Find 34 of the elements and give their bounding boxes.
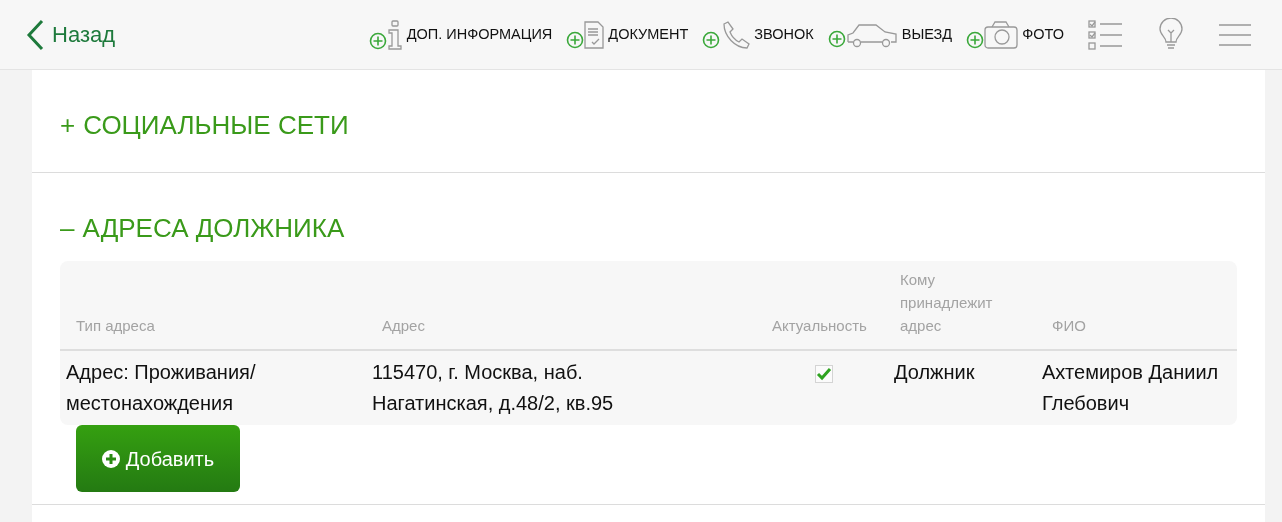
chevron-left-icon <box>26 18 44 51</box>
section-header[interactable]: + СОЦИАЛЬНЫЕ СЕТИ <box>60 112 349 138</box>
toolbar-button[interactable]: ЗВОНОК <box>702 20 814 49</box>
document-icon <box>584 20 605 49</box>
add-button[interactable]: Добавить <box>76 425 240 492</box>
plus-circle-icon <box>566 30 585 49</box>
back-button[interactable]: Назад <box>26 18 116 51</box>
column-header: Кому принадлежит адрес <box>899 270 994 336</box>
plus-circle-icon <box>827 29 846 48</box>
column-header: Тип адреса <box>75 316 156 336</box>
checkbox[interactable] <box>815 365 833 383</box>
table-cell-text: Адрес: Проживания/ местонахождения <box>65 360 257 416</box>
car-icon <box>845 21 898 48</box>
camera-icon <box>984 20 1019 49</box>
plus-circle-icon <box>702 30 721 49</box>
table-cell-text: Ахтемиров Даниил Глебович <box>1041 360 1220 416</box>
table-cell-text: 115470, г. Москва, наб. Нагатинская, д.48/2, кв.95 <box>371 360 615 416</box>
table-cell-text: Должник <box>893 360 976 385</box>
toolbar-button[interactable]: ВЫЕЗД <box>827 21 953 48</box>
column-header: Адрес <box>381 316 426 336</box>
column-header: ФИО <box>1051 316 1087 336</box>
plus-circle-icon <box>966 30 985 49</box>
column-header: Актуальность <box>771 316 868 336</box>
plus-circle-icon <box>368 31 387 50</box>
phone-icon <box>720 20 751 49</box>
toolbar-button[interactable]: ФОТО <box>966 20 1064 49</box>
toolbar-button[interactable]: ДОП. ИНФОРМАЦИЯ <box>368 19 553 50</box>
plus-circle-icon <box>101 449 120 468</box>
checklist-icon[interactable] <box>1088 19 1124 50</box>
toolbar-button[interactable]: ДОКУМЕНТ <box>566 20 689 49</box>
lightbulb-icon[interactable] <box>1158 17 1184 52</box>
section-header[interactable]: – АДРЕСА ДОЛЖНИКА <box>60 215 345 241</box>
menu-icon[interactable] <box>1218 22 1252 47</box>
info-icon <box>386 19 403 50</box>
